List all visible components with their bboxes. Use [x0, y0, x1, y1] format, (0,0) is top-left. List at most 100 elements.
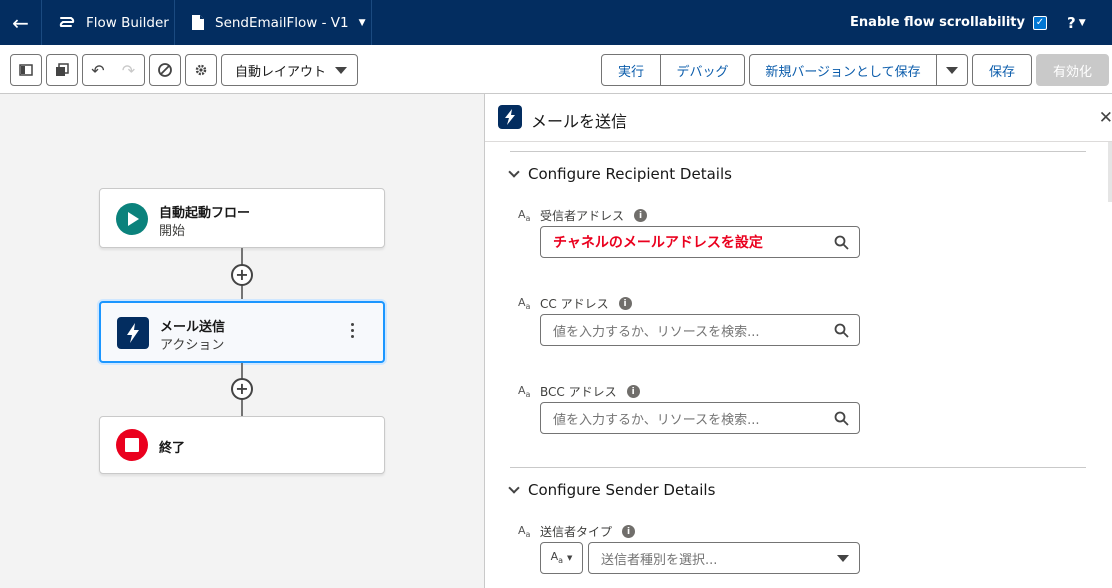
search-icon [834, 323, 849, 338]
save-as-new-version-button[interactable]: 新規バージョンとして保存 [749, 54, 937, 86]
bcc-address-input[interactable]: 値を入力するか、リソースを検索... [540, 402, 860, 434]
panel-title: メールを送信 [531, 112, 628, 131]
resources-icon [56, 63, 69, 76]
connector-line [241, 288, 243, 302]
field-label-text: BCC アドレス [540, 385, 617, 399]
info-icon[interactable]: i [634, 209, 648, 222]
play-icon [116, 203, 148, 235]
scrollbar[interactable] [1108, 142, 1112, 202]
add-element-button[interactable]: + [231, 264, 253, 286]
sender-type-placeholder: 送信者種別を選択... [601, 552, 718, 568]
save-as-new-version-label: 新規バージョンとして保存 [765, 64, 921, 80]
data-type-picker[interactable]: Aa ▼ [540, 542, 583, 574]
header-spacer [372, 0, 850, 45]
more-actions-icon[interactable] [349, 323, 355, 338]
chevron-down-icon: ▼ [1078, 17, 1086, 28]
plus-icon: + [235, 265, 249, 284]
flow-canvas[interactable]: 自動起動フロー 開始 + メール送信 アクション + 終了 [0, 94, 484, 588]
redo-button[interactable]: ↷ [113, 54, 145, 86]
stop-icon [116, 429, 148, 461]
back-button[interactable]: ← [0, 0, 42, 45]
help-menu[interactable]: ? ▼ [1067, 0, 1112, 45]
plus-icon: + [235, 379, 249, 398]
panel-header: メールを送信 ✕ [485, 94, 1112, 142]
recipient-section-toggle[interactable]: Configure Recipient Details [508, 165, 732, 183]
field-label-text: 受信者アドレス [540, 209, 625, 223]
search-icon [834, 235, 849, 250]
lightning-icon [498, 105, 522, 129]
recipient-address-input[interactable]: チャネルのメールアドレスを設定 [540, 226, 860, 258]
flow-settings-button[interactable] [185, 54, 217, 86]
document-icon [192, 15, 204, 30]
manager-button[interactable] [46, 54, 78, 86]
save-options-menu[interactable] [936, 54, 968, 86]
start-node[interactable]: 自動起動フロー 開始 [99, 188, 385, 248]
app-name-label: Flow Builder [86, 14, 169, 31]
text-type-icon: Aa [518, 383, 531, 400]
recipient-address-value: チャネルのメールアドレスを設定 [553, 235, 763, 251]
checkbox-checked-icon[interactable]: ✓ [1033, 15, 1047, 30]
cancel-action-button[interactable] [149, 54, 181, 86]
field-label-text: CC アドレス [540, 297, 609, 311]
app-name: Flow Builder [42, 0, 175, 45]
sender-type-combobox[interactable]: 送信者種別を選択... [588, 542, 860, 574]
chevron-down-icon [837, 554, 849, 562]
cc-address-placeholder: 値を入力するか、リソースを検索... [553, 324, 760, 340]
activate-button-label: 有効化 [1052, 64, 1092, 80]
run-button[interactable]: 実行 [601, 54, 661, 86]
layout-select[interactable]: 自動レイアウト [221, 54, 358, 86]
divider [510, 467, 1086, 468]
flow-scrollability-toggle[interactable]: Enable flow scrollability ✓ [850, 0, 1067, 45]
sender-section-toggle[interactable]: Configure Sender Details [508, 481, 715, 499]
layout-select-value: 自動レイアウト [235, 64, 327, 80]
sender-type-label: Aa 送信者タイプ i [518, 523, 636, 540]
add-element-button[interactable]: + [231, 378, 253, 400]
info-icon[interactable]: i [618, 297, 632, 310]
scrollability-label: Enable flow scrollability [850, 15, 1025, 30]
chevron-down-icon: ▼ [567, 554, 573, 562]
cc-address-input[interactable]: 値を入力するか、リソースを検索... [540, 314, 860, 346]
field-label-text: 送信者タイプ [540, 525, 613, 539]
search-icon [834, 411, 849, 426]
connector-line [241, 402, 243, 416]
save-button-label: 保存 [988, 64, 1015, 80]
chevron-down-icon [946, 66, 958, 74]
divider [510, 151, 1086, 152]
undo-icon: ↶ [91, 60, 105, 80]
ban-icon [158, 63, 172, 77]
recipient-address-label: Aa 受信者アドレス i [518, 207, 648, 224]
debug-button-label: デバッグ [676, 64, 729, 80]
text-type-icon: Aa [518, 295, 531, 312]
node-title: メール送信 [160, 320, 226, 335]
flow-version-menu[interactable]: SendEmailFlow - V1 ▼ [175, 0, 372, 45]
help-icon: ? [1067, 13, 1076, 32]
flow-name: SendEmailFlow - V1 [215, 14, 349, 31]
redo-icon: ↷ [121, 60, 136, 80]
lightning-icon [117, 317, 149, 349]
chevron-down-icon [508, 166, 520, 178]
send-email-action-node[interactable]: メール送信 アクション [99, 301, 385, 363]
chevron-down-icon: ▼ [358, 17, 366, 28]
text-type-icon: Aa [550, 550, 564, 566]
debug-button[interactable]: デバッグ [660, 54, 745, 86]
builder-toolbar: ↶ ↷ 自動レイアウト 実行 デバッグ 新規バージョンとして保存 保存 有効化 [0, 45, 1112, 94]
flow-builder-icon [59, 16, 75, 27]
undo-button[interactable]: ↶ [82, 54, 114, 86]
save-button[interactable]: 保存 [972, 54, 1032, 86]
text-type-icon: Aa [518, 207, 531, 224]
end-node[interactable]: 終了 [99, 416, 385, 474]
cc-address-label: Aa CC アドレス i [518, 295, 632, 312]
close-icon[interactable]: ✕ [1099, 108, 1112, 128]
property-editor-panel: メールを送信 ✕ Configure Recipient Details Aa … [484, 94, 1112, 588]
node-subtitle: アクション [160, 338, 225, 353]
text-type-icon: Aa [518, 523, 531, 540]
gear-icon [195, 64, 207, 76]
section-heading: Configure Recipient Details [528, 165, 732, 183]
toggle-toolbox-button[interactable] [10, 54, 42, 86]
activate-button[interactable]: 有効化 [1036, 54, 1109, 86]
bcc-address-label: Aa BCC アドレス i [518, 383, 640, 400]
info-icon[interactable]: i [626, 385, 640, 398]
chevron-down-icon [335, 66, 347, 74]
info-icon[interactable]: i [622, 525, 636, 538]
chevron-down-icon [508, 482, 520, 494]
